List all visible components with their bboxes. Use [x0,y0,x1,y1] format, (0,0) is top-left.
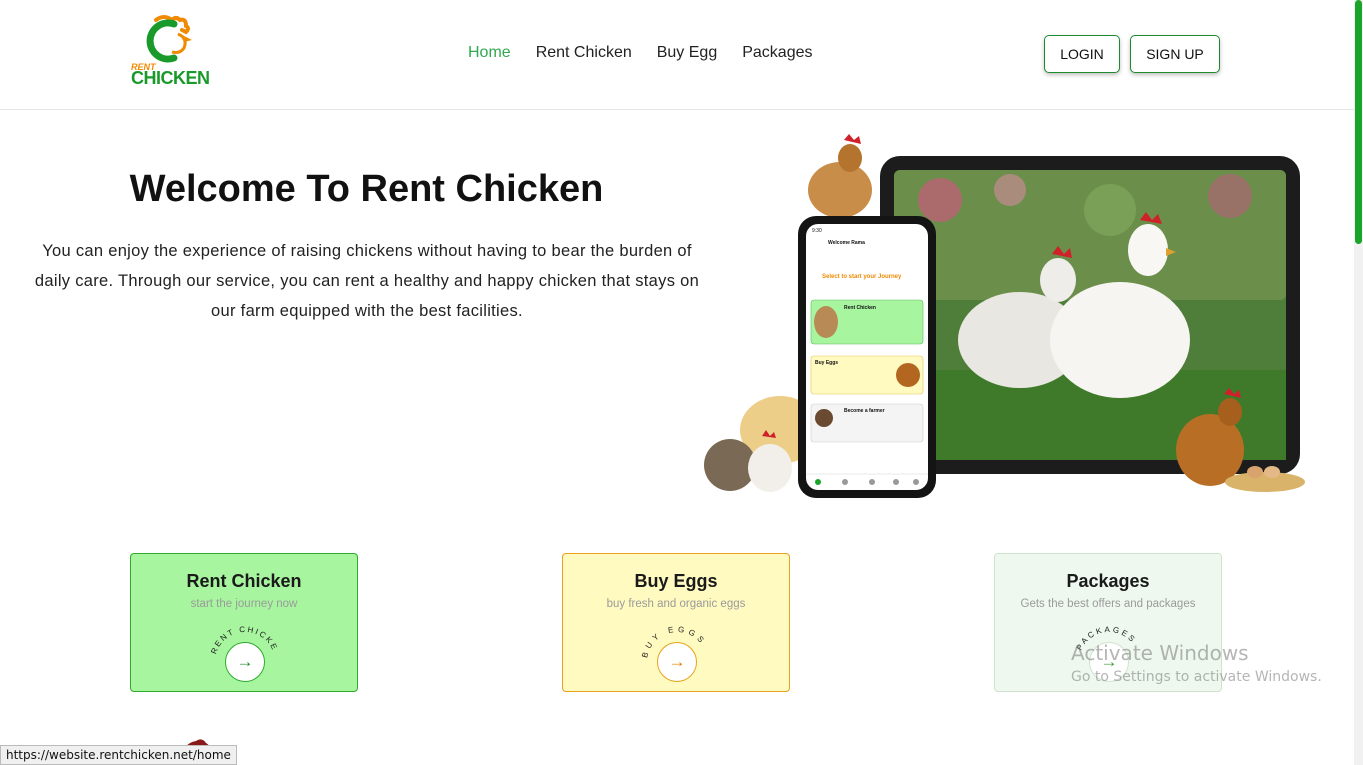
scrollbar-thumb[interactable] [1355,0,1362,244]
rent-chicken-card[interactable]: Rent Chicken start the journey now RENT … [130,553,358,692]
phone-time: 9:30 [812,228,822,234]
logo-chicken-text: CHICKEN [131,68,210,88]
site-header: RENT CHICKEN Home Rent Chicken Buy Egg P… [0,0,1354,110]
card-title: Buy Eggs [634,571,718,591]
phone-item-buy-eggs: Buy Eggs [815,360,839,366]
nav-rent-chicken[interactable]: Rent Chicken [536,44,632,62]
arrow-right-icon[interactable]: → [1089,642,1129,682]
hero-description: You can enjoy the experience of raising … [34,242,700,320]
phone-prompt: Select to start your Journey [822,274,902,280]
card-subtitle: Gets the best offers and packages [1020,598,1196,610]
card-title: Rent Chicken [186,571,302,591]
phone-item-become-farmer: Become a farmer [844,408,885,414]
rent-chicken-logo[interactable]: RENT CHICKEN [128,14,212,90]
hero-title: Welcome To Rent Chicken [129,168,604,210]
page-scrollbar[interactable] [1354,0,1363,765]
arrow-right-icon[interactable]: → [657,642,697,682]
card-subtitle: buy fresh and organic eggs [606,598,746,610]
hero-illustration: 9:30 Welcome Rama Select to start your J… [690,130,1315,510]
buy-eggs-card[interactable]: Buy Eggs buy fresh and organic eggs BUY … [562,553,790,692]
arrow-right-icon[interactable]: → [225,642,265,682]
phone-greeting: Welcome Rama [828,240,865,246]
packages-card[interactable]: Packages Gets the best offers and packag… [994,553,1222,692]
login-button[interactable]: LOGIN [1044,35,1120,73]
nav-packages[interactable]: Packages [742,44,812,62]
nav-buy-egg[interactable]: Buy Egg [657,44,717,62]
signup-button[interactable]: SIGN UP [1130,35,1220,73]
phone-item-rent-chicken: Rent Chicken [844,305,876,311]
main-nav: Home Rent Chicken Buy Egg Packages [468,44,812,62]
status-bar-url: https://website.rentchicken.net/home [0,745,237,765]
card-subtitle: start the journey now [190,598,298,610]
card-title: Packages [1066,571,1150,591]
nav-home[interactable]: Home [468,44,511,62]
brown-hen-image [808,134,872,218]
phone-image [798,216,936,498]
